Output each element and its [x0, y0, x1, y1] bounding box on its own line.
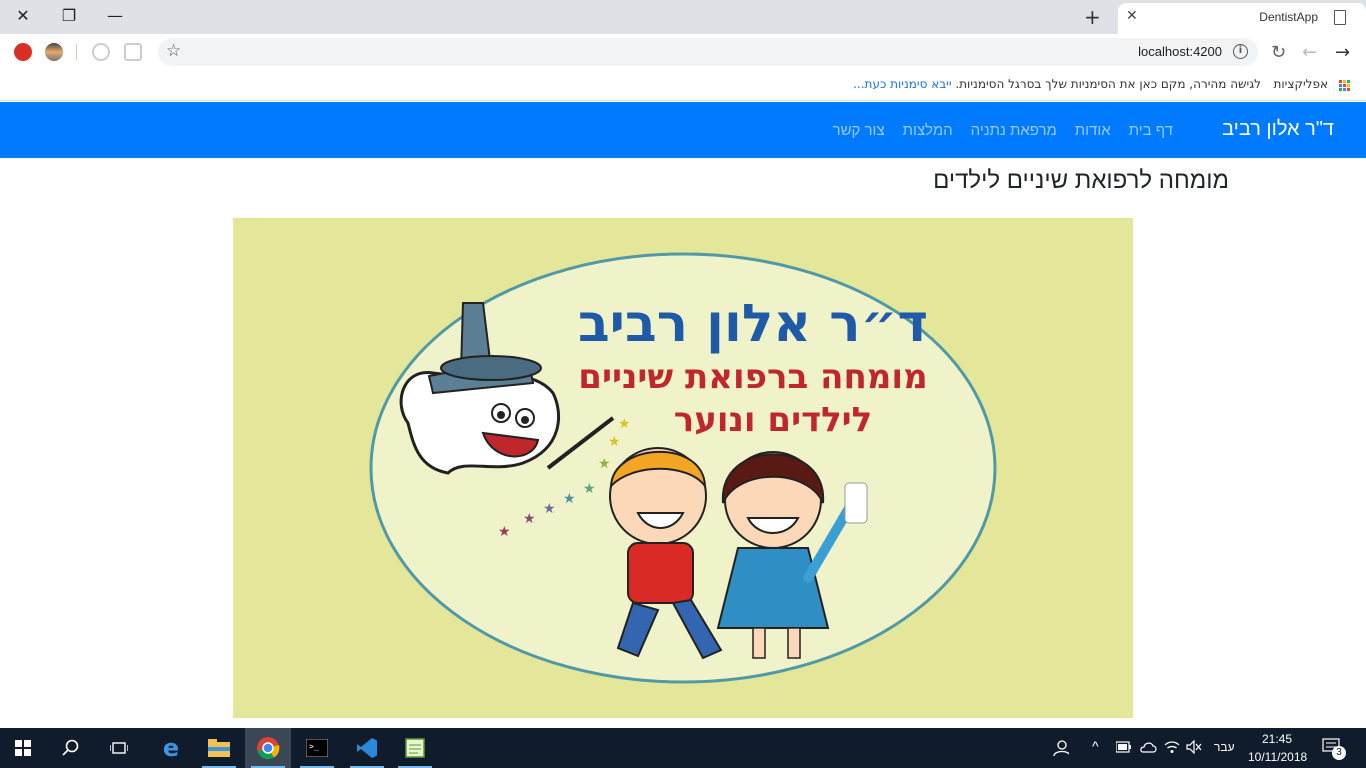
new-tab-button[interactable]: + [1084, 5, 1101, 29]
svg-text:★: ★ [563, 491, 576, 507]
chrome-app[interactable] [245, 728, 291, 768]
people-icon [1053, 740, 1069, 756]
language-indicator[interactable]: עבר [1214, 740, 1235, 754]
volume-muted-icon[interactable] [1186, 740, 1202, 754]
minimize-window-button[interactable]: — [92, 0, 138, 30]
site-navbar: ד"ר אלון רביב דף בית אודות מרפאת נתניה ה… [0, 102, 1366, 158]
svg-text:★: ★ [523, 511, 536, 527]
notepad-app[interactable] [392, 728, 438, 768]
browser-toolbar: ☆ localhost:4200 i ↻ ← → [0, 34, 1366, 70]
svg-text:★: ★ [543, 501, 556, 517]
page-heading: מומחה לרפואת שיניים לילדים [933, 167, 1229, 194]
wifi-icon[interactable] [1164, 739, 1180, 755]
close-window-button[interactable]: ✕ [0, 0, 46, 30]
hero-image: ד״ר אלון רביב מומחה ברפואת שיניים לילדים… [233, 218, 1133, 718]
svg-text:★: ★ [608, 434, 621, 450]
address-bar[interactable]: ☆ localhost:4200 i [158, 38, 1258, 66]
bookmarks-hint: לגישה מהירה, מקם כאן את הסימניות שלך בסר… [853, 77, 1261, 91]
people-button[interactable] [1040, 728, 1080, 768]
navbar-brand[interactable]: ד"ר אלון רביב [1222, 118, 1334, 141]
bookmarks-hint-text: לגישה מהירה, מקם כאן את הסימניות שלך בסר… [955, 77, 1261, 91]
nav-link-about[interactable]: אודות [1075, 122, 1111, 139]
url-text: localhost:4200 [1138, 44, 1222, 59]
document-icon [1334, 10, 1346, 25]
battery-icon[interactable] [1116, 741, 1132, 753]
task-view-icon [110, 742, 128, 754]
vscode-icon [357, 738, 377, 758]
notification-count-badge: 3 [1332, 746, 1346, 760]
browser-tab[interactable]: ✕ DentistApp [1118, 3, 1366, 34]
windows-icon [15, 740, 31, 756]
onedrive-icon[interactable] [1140, 739, 1158, 755]
toolbar-divider [76, 44, 77, 60]
forward-icon[interactable]: → [1335, 42, 1350, 63]
chrome-icon [257, 737, 280, 760]
extension-upload-icon[interactable] [14, 43, 32, 61]
terminal-icon: >_ [306, 739, 328, 757]
extension-avatar-icon[interactable] [45, 43, 63, 61]
svg-text:★: ★ [498, 524, 511, 540]
logo-line2: לילדים ונוער [674, 400, 873, 440]
extension-pocket-icon[interactable] [124, 43, 142, 61]
chevron-up-icon[interactable]: ^ [1092, 738, 1099, 754]
edge-app[interactable]: e [148, 728, 194, 768]
star-icon[interactable]: ☆ [166, 41, 181, 61]
start-button[interactable] [0, 728, 46, 768]
apps-grid-icon[interactable] [1338, 79, 1350, 91]
logo-title: ד״ר אלון רביב [578, 294, 928, 354]
windows-taskbar: e >_ ^ עבר 21:45 10/11/2018 3 [0, 728, 1366, 768]
apps-link[interactable]: אפליקציות [1274, 77, 1329, 91]
back-icon[interactable]: ← [1302, 42, 1317, 63]
restore-window-button[interactable]: ❐ [46, 0, 92, 30]
notifications-button[interactable]: 3 [1322, 738, 1346, 760]
nav-links: דף בית אודות מרפאת נתניה המלצות צור קשר [833, 122, 1173, 139]
search-button[interactable] [48, 728, 94, 768]
clock-time[interactable]: 21:45 [1262, 732, 1292, 746]
folder-icon [208, 739, 230, 757]
clinic-logo-illustration: ד״ר אלון רביב מומחה ברפואת שיניים לילדים… [369, 252, 997, 684]
file-explorer-app[interactable] [196, 728, 242, 768]
import-bookmarks-link[interactable]: ייבא סימניות כעת... [853, 77, 951, 91]
svg-text:★: ★ [583, 481, 596, 497]
search-icon [62, 739, 79, 756]
bookmarks-bar: אפליקציות לגישה מהירה, מקם כאן את הסימני… [0, 70, 1366, 101]
notepad-icon [405, 738, 425, 758]
clock-date[interactable]: 10/11/2018 [1248, 750, 1307, 764]
tab-close-icon[interactable]: ✕ [1126, 8, 1138, 24]
svg-text:★: ★ [598, 456, 611, 472]
nav-link-home[interactable]: דף בית [1129, 122, 1173, 139]
vscode-app[interactable] [344, 728, 390, 768]
terminal-app[interactable]: >_ [294, 728, 340, 768]
nav-link-contact[interactable]: צור קשר [833, 122, 885, 139]
info-icon[interactable]: i [1233, 44, 1248, 59]
nav-link-recommendations[interactable]: המלצות [903, 122, 953, 139]
svg-text:>_: >_ [309, 742, 319, 751]
extension-disabled-icon[interactable] [92, 43, 110, 61]
svg-text:★: ★ [618, 416, 631, 432]
edge-icon: e [162, 734, 180, 762]
tab-title: DentistApp [1259, 10, 1318, 24]
task-view-button[interactable] [96, 728, 142, 768]
reload-icon[interactable]: ↻ [1271, 42, 1286, 63]
tab-strip: ✕ ❐ — + ✕ DentistApp [0, 0, 1366, 34]
nav-link-clinic[interactable]: מרפאת נתניה [971, 122, 1057, 139]
logo-line1: מומחה ברפואת שיניים [578, 357, 927, 397]
